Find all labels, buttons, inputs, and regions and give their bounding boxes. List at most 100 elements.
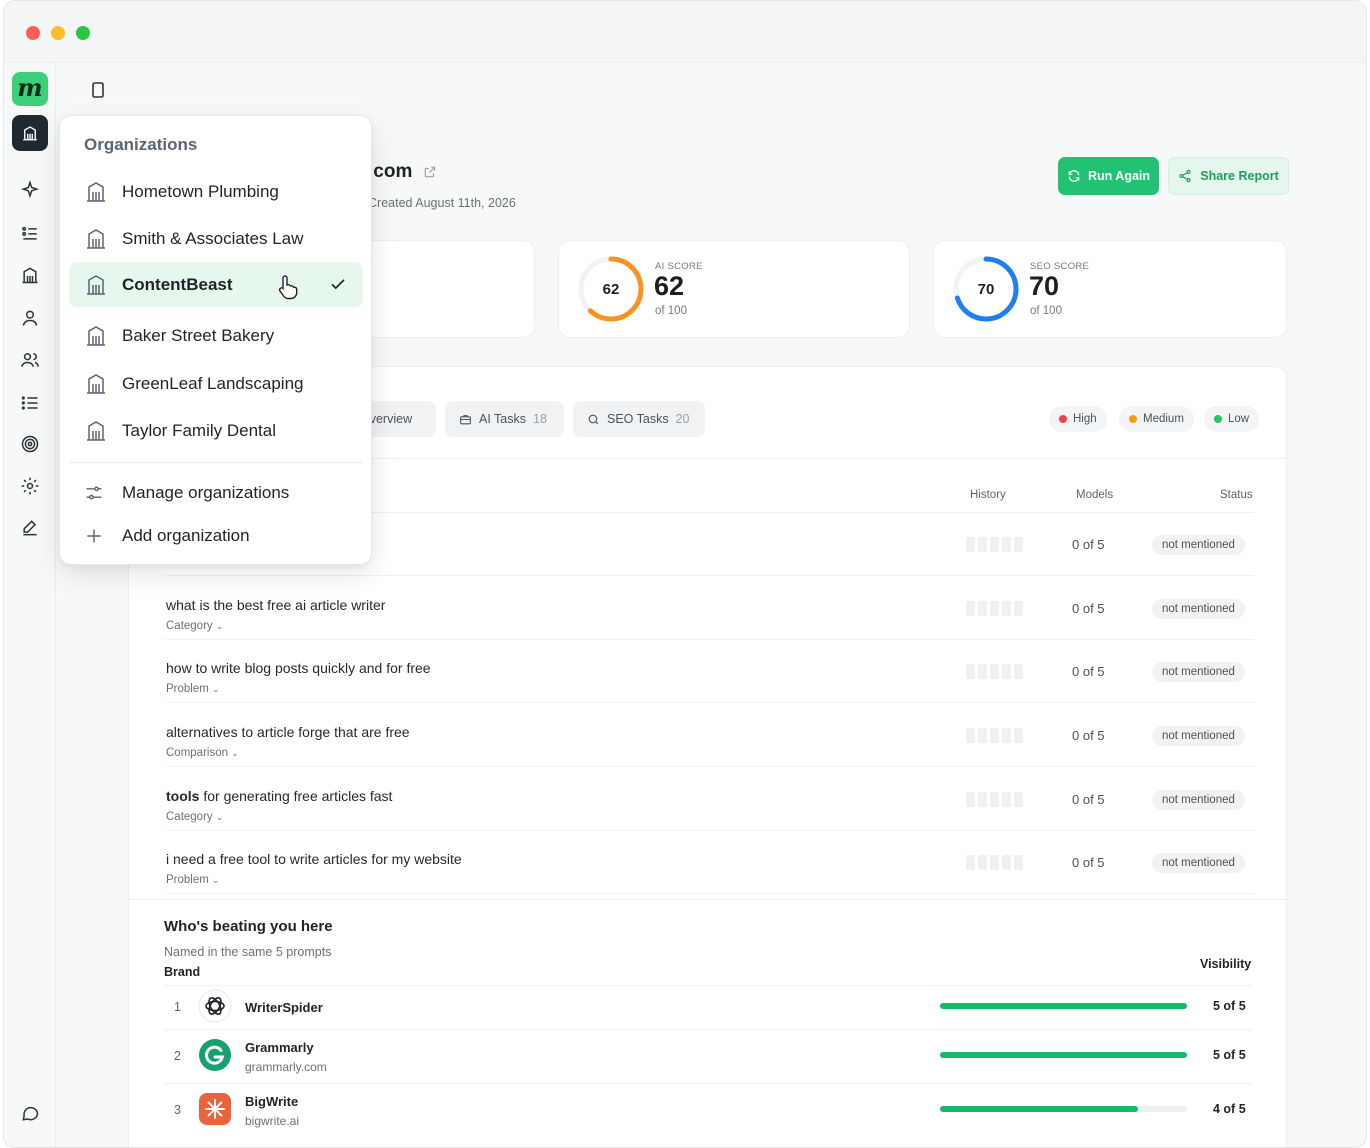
history-bar (990, 664, 999, 679)
checklist-icon[interactable] (20, 223, 40, 243)
prompt-category[interactable]: Problem ⌄ (166, 683, 220, 695)
medium-dot (1129, 415, 1137, 423)
history-bar (1014, 601, 1023, 616)
priority-filter-medium[interactable]: Medium (1119, 406, 1194, 432)
prompt-category[interactable]: Comparison ⌄ (166, 747, 239, 759)
run-again-button[interactable]: Run Again (1058, 157, 1159, 195)
seo-score-gauge: 70 (953, 256, 1019, 322)
external-link-icon[interactable] (423, 165, 437, 179)
user-icon[interactable] (20, 308, 40, 328)
organization-name: Hometown Plumbing (122, 182, 279, 201)
organizations-heading: Organizations (84, 135, 198, 154)
models-count: 0 of 5 (1072, 537, 1105, 552)
seo-score-value: 70 (1029, 271, 1060, 301)
ai-score-gauge: 62 (578, 256, 644, 322)
models-count: 0 of 5 (1072, 792, 1105, 807)
visibility-bar (940, 1106, 1187, 1112)
history-bar (978, 601, 987, 616)
seo-score-card: 70 SEO SCORE 70 of 100 (933, 240, 1287, 338)
building-nav-icon[interactable] (20, 265, 40, 285)
history-bars (966, 664, 1023, 679)
tab-seo-tasks[interactable]: SEO Tasks 20 (573, 401, 705, 437)
priority-high-label: High (1073, 413, 1097, 425)
history-bar (1014, 855, 1023, 870)
prompt-row[interactable]: tools for generating free articles fast C… (166, 768, 1254, 831)
competitors-title: Who's beating you here (164, 918, 333, 935)
competitor-rank: 2 (174, 1049, 181, 1063)
prompt-row[interactable]: what is the best free ai article writer C… (166, 577, 1254, 640)
list-icon[interactable] (20, 393, 40, 413)
prompt-category-label: Comparison (166, 747, 228, 759)
zoom-window-button[interactable] (76, 26, 90, 40)
organization-item[interactable]: Baker Street Bakery (69, 313, 363, 358)
users-icon[interactable] (20, 350, 40, 370)
status-badge: not mentioned (1152, 726, 1245, 746)
prompt-text-rest: alternatives to article forge that are f… (166, 724, 410, 740)
models-count: 0 of 5 (1072, 664, 1105, 679)
competitors-subtitle: Named in the same 5 prompts (164, 945, 332, 959)
manage-organizations-item[interactable]: Manage organizations (69, 474, 363, 512)
run-again-label: Run Again (1087, 169, 1151, 183)
sparkle-icon[interactable] (20, 180, 40, 200)
status-badge: not mentioned (1152, 599, 1245, 619)
organization-item[interactable]: GreenLeaf Landscaping (69, 361, 363, 406)
prompt-row[interactable]: how to write blog posts quickly and for … (166, 640, 1254, 703)
prompt-row[interactable]: i need a free tool to write articles for… (166, 831, 1254, 894)
prompt-category[interactable]: Problem ⌄ (166, 874, 220, 886)
competitor-rank: 1 (174, 1000, 181, 1014)
share-report-button[interactable]: Share Report (1168, 157, 1289, 195)
history-bar (966, 728, 975, 743)
history-bar (1002, 855, 1011, 870)
tab-seo-tasks-label: SEO Tasks (607, 412, 669, 426)
prompt-category-label: Category (166, 620, 213, 632)
competitor-row[interactable]: 2 Grammarly grammarly.com 5 of 5 (164, 1029, 1252, 1083)
app-logo[interactable]: m (12, 72, 48, 106)
organization-item[interactable]: Smith & Associates Law (69, 216, 363, 261)
target-icon[interactable] (20, 434, 40, 454)
column-header-status: Status (1220, 489, 1253, 501)
history-bar (1002, 537, 1011, 552)
history-bar (1002, 728, 1011, 743)
history-bars (966, 728, 1023, 743)
organization-name: ContentBeast (122, 275, 233, 294)
prompt-text-rest: for generating free articles fast (199, 788, 393, 804)
tab-ai-tasks[interactable]: AI Tasks 18 (445, 401, 564, 437)
history-bar (966, 792, 975, 807)
tab-ai-tasks-label: AI Tasks (479, 412, 527, 426)
history-bar (978, 728, 987, 743)
status-badge: not mentioned (1152, 790, 1245, 810)
close-window-button[interactable] (26, 26, 40, 40)
competitor-row[interactable]: 1 WriterSpider 5 of 5 (164, 985, 1252, 1029)
organization-item[interactable]: ContentBeast (69, 262, 363, 307)
building-icon (23, 126, 37, 141)
chat-icon[interactable] (20, 1103, 40, 1123)
plus-icon (87, 529, 101, 543)
gear-icon[interactable] (20, 476, 40, 496)
building-icon (87, 374, 105, 394)
competitor-row[interactable]: 3 BigWrite bigwrite.ai 4 of 5 (164, 1083, 1252, 1137)
prompt-category[interactable]: Category ⌄ (166, 811, 223, 823)
edit-icon[interactable] (20, 518, 40, 538)
prompt-row[interactable]: alternatives to article forge that are f… (166, 704, 1254, 767)
openai-icon (198, 989, 232, 1023)
ai-score-max: of 100 (655, 305, 687, 317)
building-icon (87, 229, 105, 249)
priority-filter-high[interactable]: High (1049, 406, 1107, 432)
prompt-category[interactable]: Category ⌄ (166, 620, 223, 632)
building-icon (87, 275, 105, 295)
priority-filter-low[interactable]: Low (1204, 406, 1260, 432)
chevron-down-icon: ⌄ (215, 812, 224, 822)
prompt-text: alternatives to article forge that are f… (166, 724, 410, 740)
prompt-text-rest: how to write blog posts quickly and for … (166, 660, 431, 676)
page-title: .com (368, 161, 413, 182)
history-bar (1002, 664, 1011, 679)
organization-item[interactable]: Taylor Family Dental (69, 408, 363, 453)
visibility-column-header: Visibility (1200, 957, 1252, 971)
minimize-window-button[interactable] (51, 26, 65, 40)
add-organization-item[interactable]: Add organization (69, 517, 363, 555)
organization-item[interactable]: Hometown Plumbing (69, 169, 363, 214)
history-bar (1014, 728, 1023, 743)
priority-low-label: Low (1228, 413, 1250, 425)
prompt-category-label: Problem (166, 874, 209, 886)
org-switcher-button[interactable] (12, 115, 48, 151)
